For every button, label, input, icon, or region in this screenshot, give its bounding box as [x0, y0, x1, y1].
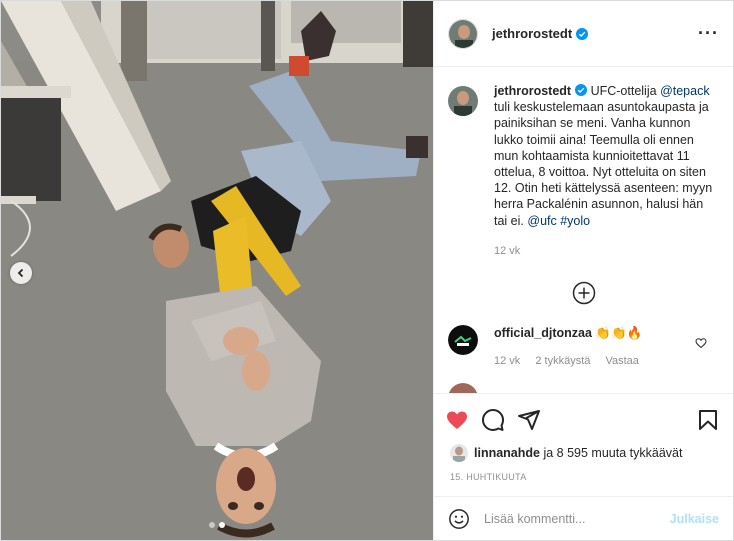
more-options-button[interactable]: ··· [698, 23, 719, 44]
instagram-post-dialog: jethrorostedt ··· jethrorostedt UFC-otte… [0, 0, 734, 541]
comment-meta: 12 vk 2 tykkäystä Vastaa [494, 353, 694, 369]
add-comment-bar: Julkaise [434, 496, 733, 540]
comment-likes[interactable]: 2 tykkäystä [535, 355, 590, 367]
like-button[interactable] [444, 407, 470, 433]
carousel-dot-active [219, 522, 225, 528]
comments-area: jethrorostedt UFC-ottelija @tepack tuli … [434, 67, 733, 393]
post-header: jethrorostedt ··· [434, 1, 733, 67]
emoji-icon[interactable] [448, 508, 470, 530]
plus-circle-icon [572, 281, 595, 305]
caption-text-part: tuli keskustelemaan asuntokaupasta ja pa… [494, 100, 713, 228]
caption-author-avatar[interactable] [448, 86, 478, 116]
mention-link[interactable]: @tepack [660, 84, 710, 98]
post-photo [1, 1, 433, 540]
comment-age: 12 vk [494, 355, 521, 368]
post-side-panel: jethrorostedt ··· jethrorostedt UFC-otte… [433, 1, 733, 540]
comment-like-heart-icon[interactable] [695, 337, 707, 349]
bookmark-icon [699, 410, 717, 430]
comment-body: official_djtonzaa 👏👏🔥 12 vk 2 tykkäystä … [494, 325, 694, 369]
action-icons [444, 400, 723, 440]
chevron-left-icon [17, 268, 24, 278]
likes-count-text[interactable]: ja 8 595 muuta tykkäävät [543, 446, 682, 460]
caption-meta: 12 vk [494, 243, 714, 259]
caption-author[interactable]: jethrorostedt [494, 84, 571, 98]
mention-link[interactable]: @ufc [527, 214, 556, 228]
liker-avatar[interactable] [450, 444, 468, 462]
load-more-button[interactable] [572, 281, 596, 305]
carousel-dot [209, 522, 215, 528]
author-avatar[interactable] [448, 18, 478, 49]
comment-author[interactable]: official_djtonzaa [494, 326, 592, 340]
comment-button[interactable] [480, 407, 506, 433]
comment-text: 👏👏🔥 [595, 326, 643, 341]
commenter-avatar[interactable] [448, 383, 478, 393]
caption: jethrorostedt UFC-ottelija @tepack tuli … [448, 83, 719, 259]
comment-input[interactable] [484, 511, 670, 526]
comment-item: official_djtonzaa 👏👏🔥 12 vk 2 tykkäystä … [448, 325, 719, 369]
comment-item-partial [448, 383, 719, 393]
hashtag-link[interactable]: #yolo [560, 214, 590, 228]
share-button[interactable] [516, 407, 542, 433]
verified-badge-icon [575, 84, 588, 96]
author-username[interactable]: jethrorostedt [492, 26, 572, 41]
caption-age: 12 vk [494, 244, 521, 257]
post-actions: linnanahde ja 8 595 muuta tykkäävät 15. … [434, 393, 733, 496]
heart-icon [447, 411, 467, 429]
post-date[interactable]: 15. HUHTIKUUTA [444, 472, 723, 496]
commenter-avatar[interactable] [448, 325, 478, 356]
verified-badge-icon [576, 27, 589, 40]
liker-username[interactable]: linnanahde [474, 446, 540, 460]
caption-text-part: UFC-ottelija [590, 84, 657, 98]
save-button[interactable] [695, 407, 721, 433]
publish-button[interactable]: Julkaise [670, 512, 719, 526]
share-icon [518, 410, 540, 430]
likes-summary: linnanahde ja 8 595 muuta tykkäävät [444, 440, 723, 466]
photo-illustration [1, 1, 433, 540]
load-more-comments [448, 281, 719, 305]
comment-icon [482, 409, 504, 431]
reply-button[interactable]: Vastaa [605, 355, 638, 367]
carousel-indicator [1, 522, 433, 528]
caption-text: jethrorostedt UFC-ottelija @tepack tuli … [494, 83, 714, 259]
carousel-prev-button[interactable] [10, 262, 32, 284]
